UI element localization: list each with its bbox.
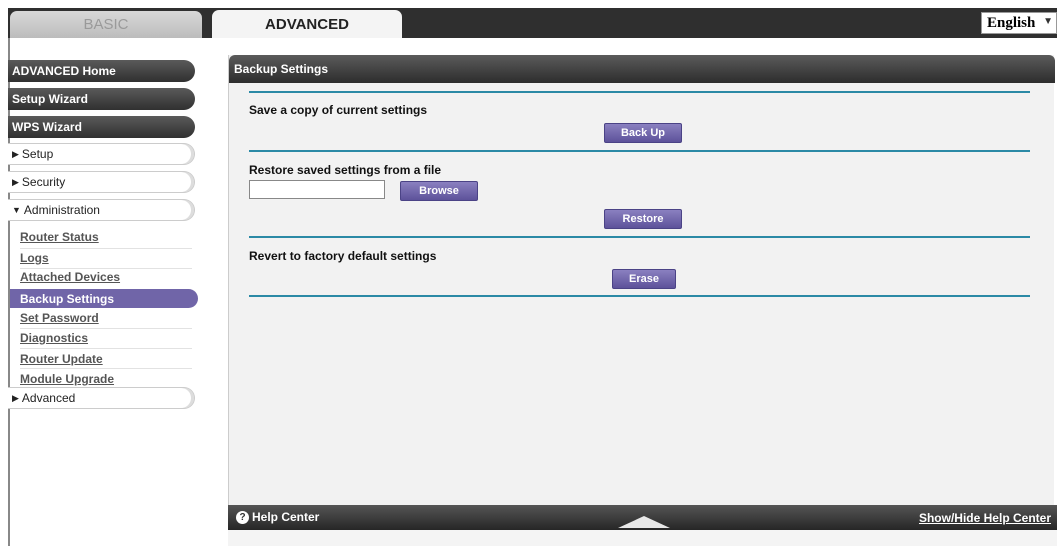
router-admin-window: BASIC ADVANCED English ▼ ADVANCED Home S… (0, 0, 1057, 546)
help-center-bar: ? Help Center Show/Hide Help Center (228, 505, 1057, 530)
show-hide-help-link[interactable]: Show/Hide Help Center (919, 511, 1051, 525)
browse-button[interactable]: Browse (400, 181, 478, 201)
save-settings-heading: Save a copy of current settings (249, 103, 428, 117)
help-center-link[interactable]: ? Help Center (236, 510, 319, 524)
sidebar-item-label: Setup (21, 147, 54, 161)
sidebar-item-administration[interactable]: ▼ Administration (8, 199, 195, 221)
sidebar-item-setup[interactable]: ▶ Setup (8, 143, 195, 165)
section-divider (249, 295, 1030, 297)
divider (20, 248, 192, 249)
language-select[interactable]: English ▼ (981, 12, 1057, 34)
chevron-down-icon: ▼ (1043, 16, 1053, 27)
panel-title: Backup Settings (229, 55, 1055, 83)
factory-reset-heading: Revert to factory default settings (249, 249, 437, 263)
restore-settings-heading: Restore saved settings from a file (249, 163, 442, 177)
sidebar-link-attached-devices[interactable]: Attached Devices (20, 270, 120, 284)
tab-advanced[interactable]: ADVANCED (212, 10, 402, 38)
sidebar-item-setup-wizard[interactable]: Setup Wizard (8, 88, 195, 110)
backup-button[interactable]: Back Up (604, 123, 682, 143)
divider (20, 268, 192, 269)
sidebar-item-advanced[interactable]: ▶ Advanced (8, 387, 195, 409)
restore-file-input[interactable] (249, 180, 385, 199)
triangle-right-icon: ▶ (12, 392, 19, 403)
sidebar-link-diagnostics[interactable]: Diagnostics (20, 331, 88, 345)
help-center-label: Help Center (252, 510, 320, 524)
sidebar-item-label: Advanced (21, 391, 76, 405)
sidebar-link-backup-settings[interactable]: Backup Settings (10, 289, 198, 308)
top-tab-bar: BASIC ADVANCED English ▼ (8, 8, 1057, 38)
sidebar-item-label: Setup Wizard (12, 92, 88, 106)
sidebar-item-label: WPS Wizard (12, 120, 82, 134)
sidebar-item-security[interactable]: ▶ Security (8, 171, 195, 193)
bottom-strip (228, 530, 1057, 546)
sidebar-link-logs[interactable]: Logs (20, 251, 49, 265)
expand-arrow-icon[interactable] (618, 516, 670, 528)
sidebar-link-router-update[interactable]: Router Update (20, 352, 103, 366)
section-divider (249, 91, 1030, 93)
divider (20, 328, 192, 329)
triangle-right-icon: ▶ (12, 148, 19, 159)
divider (20, 368, 192, 369)
erase-button[interactable]: Erase (612, 269, 676, 289)
sidebar-link-router-status[interactable]: Router Status (20, 230, 99, 244)
restore-button[interactable]: Restore (604, 209, 682, 229)
tab-basic[interactable]: BASIC (10, 11, 202, 38)
divider (20, 348, 192, 349)
sidebar-link-set-password[interactable]: Set Password (20, 311, 99, 325)
help-icon: ? (236, 510, 249, 524)
sidebar-item-wps-wizard[interactable]: WPS Wizard (8, 116, 195, 138)
section-divider (249, 236, 1030, 238)
section-divider (249, 150, 1030, 152)
backup-settings-panel: Backup Settings Save a copy of current s… (228, 55, 1055, 505)
triangle-down-icon: ▼ (12, 205, 21, 215)
sidebar-item-label: ADVANCED Home (12, 64, 116, 78)
sidebar-link-module-upgrade[interactable]: Module Upgrade (20, 372, 114, 386)
sidebar-item-label: Administration (23, 203, 100, 217)
language-value: English (987, 14, 1036, 31)
sidebar-item-label: Security (21, 175, 66, 189)
triangle-right-icon: ▶ (12, 176, 19, 187)
sidebar-item-advanced-home[interactable]: ADVANCED Home (8, 60, 195, 82)
